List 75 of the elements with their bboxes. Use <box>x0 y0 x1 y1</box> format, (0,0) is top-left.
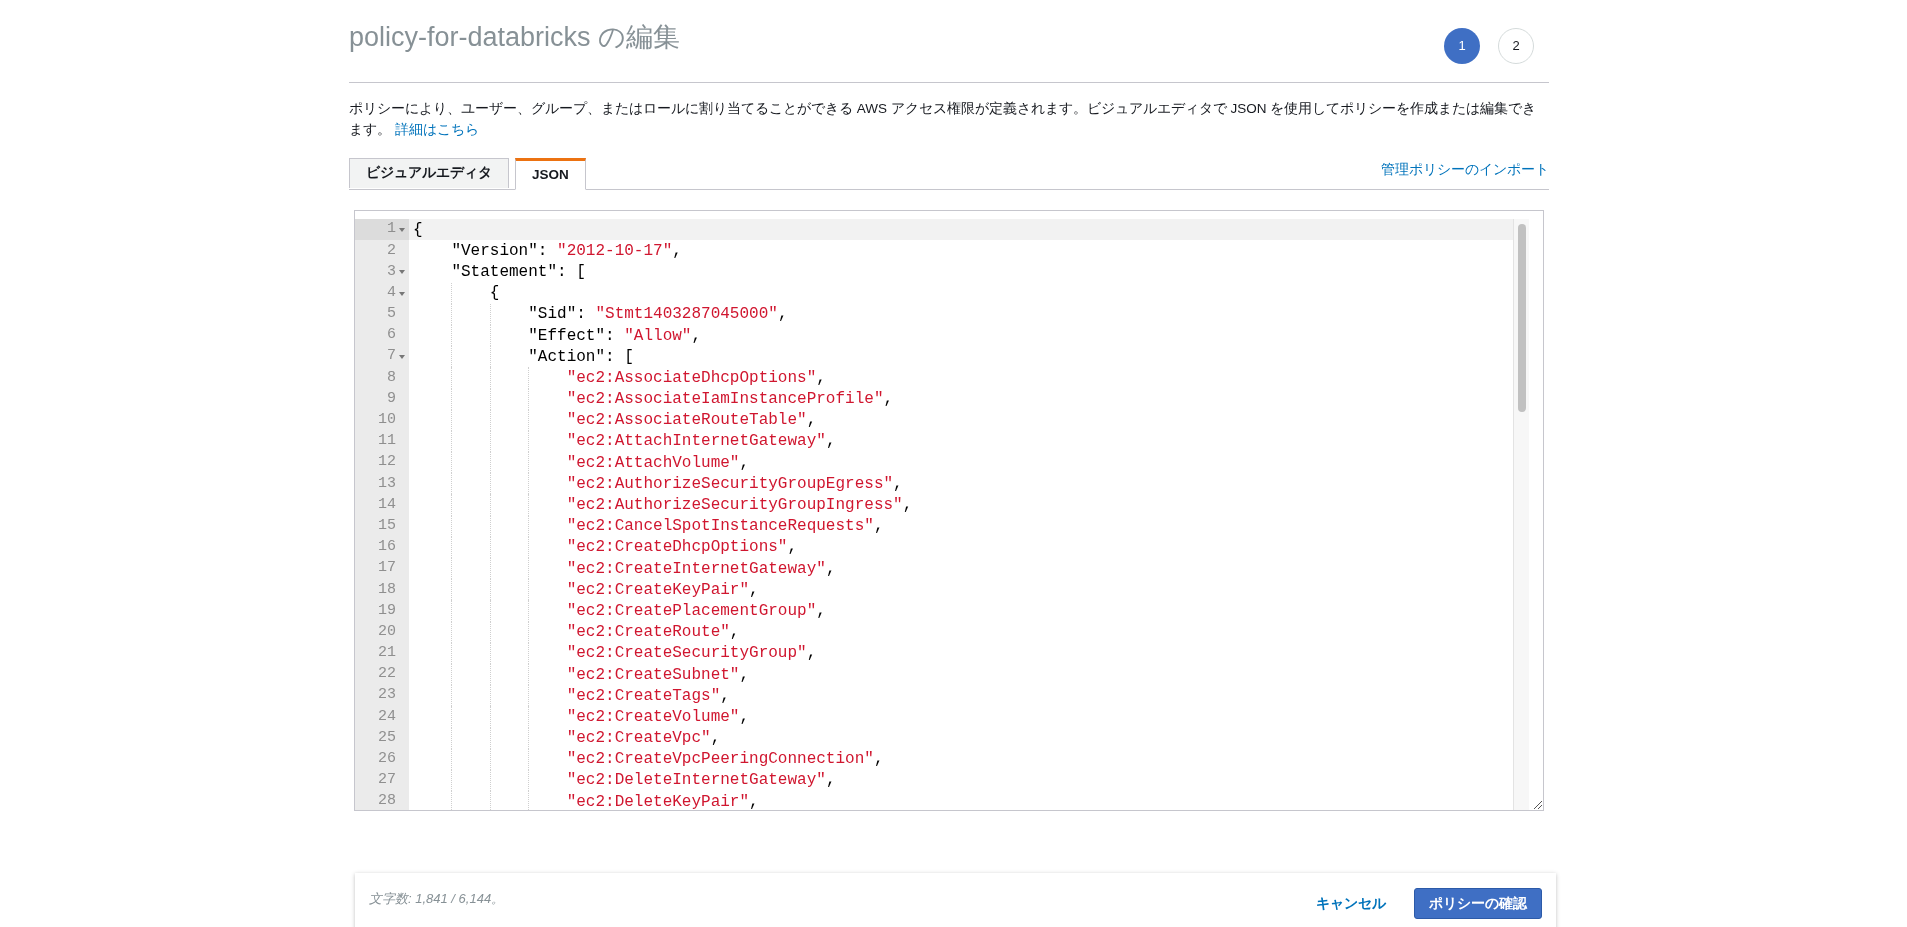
code-line: "ec2:CreatePlacementGroup", <box>565 600 826 622</box>
line-number: 2 <box>387 240 396 261</box>
code-line: "ec2:CreateSecurityGroup", <box>565 643 817 665</box>
editor-tab[interactable]: ビジュアルエディタ <box>349 158 509 188</box>
scrollbar-thumb[interactable] <box>1517 224 1526 412</box>
line-number: 11 <box>378 431 396 452</box>
line-number: 6 <box>387 325 396 346</box>
review-policy-button[interactable]: ポリシーの確認 <box>1414 888 1542 919</box>
fold-caret-icon[interactable] <box>399 270 405 275</box>
fold-caret-icon[interactable] <box>399 355 405 360</box>
line-number: 12 <box>378 452 396 473</box>
code-editor[interactable] <box>354 210 1544 811</box>
code-line: "Sid": "Stmt1403287045000", <box>527 304 788 326</box>
line-number: 27 <box>378 770 396 791</box>
import-managed-policy-link[interactable]: 管理ポリシーのインポート <box>1381 159 1549 180</box>
line-number: 1 <box>387 219 396 240</box>
code-line: "ec2:AssociateDhcpOptions", <box>565 367 826 389</box>
line-number: 3 <box>387 261 396 282</box>
code-line: "ec2:AssociateIamInstanceProfile", <box>565 389 894 411</box>
code-line: "ec2:AssociateRouteTable", <box>565 410 817 432</box>
code-line: "Statement": [ <box>450 261 586 283</box>
learn-more-link[interactable]: 詳細はこちら <box>394 122 479 137</box>
code-line: "Version": "2012-10-17", <box>450 240 682 262</box>
description-text: ポリシーにより、ユーザー、グループ、またはロールに割り当てることができる AWS アクセス権限が定義されます。ビジュアルエディタで JSON を使用してポリシーを作成または編集できます。 詳細はこちら <box>349 100 1538 139</box>
line-number: 18 <box>378 579 396 600</box>
line-number: 7 <box>387 346 396 367</box>
scrollbar[interactable] <box>1513 219 1529 810</box>
line-number: 14 <box>378 494 396 515</box>
code-line: "ec2:AuthorizeSecurityGroupIngress", <box>565 495 913 517</box>
step-indicator: 2 <box>1498 28 1534 64</box>
code-line: "ec2:AttachVolume", <box>565 452 750 474</box>
line-number: 26 <box>378 749 396 770</box>
line-number: 25 <box>378 727 396 748</box>
code-line: "ec2:CreateVpcPeeringConnection", <box>565 749 884 771</box>
code-line: "ec2:CreateSubnet", <box>565 664 750 686</box>
resize-grip-icon[interactable] <box>1534 801 1542 809</box>
line-number: 24 <box>378 706 396 727</box>
code-line: "ec2:DeleteKeyPair", <box>565 791 759 810</box>
line-number: 10 <box>378 410 396 431</box>
line-number: 5 <box>387 304 396 325</box>
code-line: "ec2:CreateTags", <box>565 685 730 707</box>
code-line: "ec2:CreateVolume", <box>565 706 750 728</box>
code-line: { <box>488 283 500 305</box>
line-number: 19 <box>378 600 396 621</box>
step-indicator: 1 <box>1444 28 1480 64</box>
line-number: 17 <box>378 558 396 579</box>
code-line: "Effect": "Allow", <box>527 325 702 347</box>
line-number: 8 <box>387 367 396 388</box>
code-line: "ec2:CreateRoute", <box>565 622 740 644</box>
code-line: "ec2:CreateVpc", <box>565 728 721 750</box>
line-number: 15 <box>378 515 396 536</box>
line-number: 20 <box>378 621 396 642</box>
character-count: 文字数: 1,841 / 6,144。 <box>369 890 505 908</box>
code-line: "ec2:CancelSpotInstanceRequests", <box>565 516 884 538</box>
page-title: policy-for-databricks の編集 <box>349 21 681 54</box>
fold-caret-icon[interactable] <box>399 228 405 232</box>
line-number: 21 <box>378 643 396 664</box>
line-number: 9 <box>387 388 396 409</box>
code-line: "ec2:CreateKeyPair", <box>565 579 759 601</box>
code-line: "ec2:CreateDhcpOptions", <box>565 537 798 559</box>
cancel-button[interactable]: キャンセル <box>1316 893 1386 914</box>
line-number: 23 <box>378 685 396 706</box>
code-line: "ec2:DeleteInternetGateway", <box>565 770 836 792</box>
code-line: "ec2:AuthorizeSecurityGroupEgress", <box>565 473 903 495</box>
code-line: "ec2:CreateInternetGateway", <box>565 558 836 580</box>
line-number: 13 <box>378 473 396 494</box>
line-number: 4 <box>387 282 396 303</box>
code-line: "ec2:AttachInternetGateway", <box>565 431 836 453</box>
line-number: 22 <box>378 664 396 685</box>
code-line: { <box>413 219 423 241</box>
editor-tab[interactable]: JSON <box>515 158 586 190</box>
fold-caret-icon[interactable] <box>399 291 405 296</box>
code-line: "Action": [ <box>527 346 634 368</box>
line-number: 28 <box>378 791 396 810</box>
line-number: 16 <box>378 537 396 558</box>
